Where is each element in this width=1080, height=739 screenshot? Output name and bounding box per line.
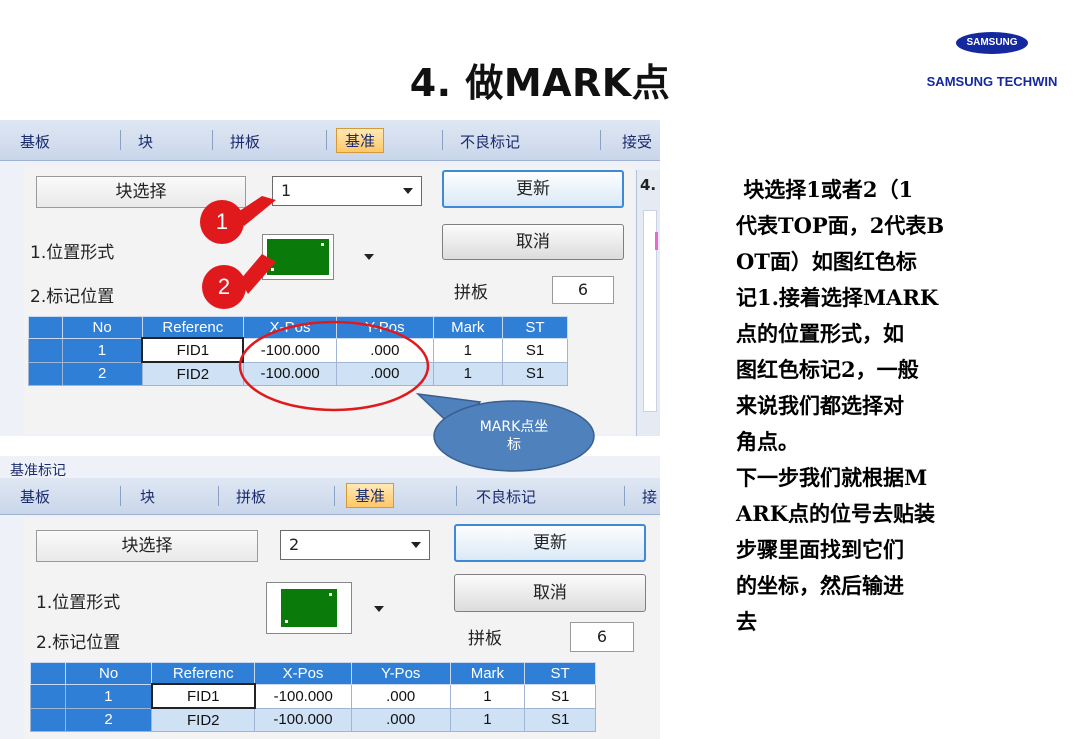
panel-count-label: 拼板 — [454, 283, 488, 303]
position-format-swatch[interactable] — [266, 582, 352, 634]
tab-panel[interactable]: 拼板 — [236, 486, 266, 507]
cell-y[interactable]: .000 — [350, 683, 451, 709]
table-row[interactable]: 1 FID1 -100.000.000 1 S1 — [28, 337, 568, 363]
column-header[interactable]: No — [61, 316, 143, 339]
column-header[interactable]: Y-Pos — [336, 316, 434, 339]
table-row[interactable]: 2 FID2 -100.000.000 1 S1 — [30, 707, 596, 732]
update-button[interactable]: 更新 — [454, 524, 646, 562]
cell-mark[interactable]: 1 — [449, 707, 526, 732]
cell-x[interactable]: -100.000 — [242, 361, 338, 386]
tab-block[interactable]: 块 — [138, 131, 153, 152]
cell-y[interactable]: .000 — [350, 707, 451, 732]
block-select-value: 1 — [281, 181, 292, 200]
row-selector[interactable] — [30, 707, 66, 732]
position-format-label: 1.位置形式 — [36, 593, 121, 613]
column-header[interactable]: Mark — [449, 662, 526, 685]
cell-ref[interactable]: FID1 — [141, 337, 245, 363]
row-selector[interactable] — [30, 683, 66, 709]
block-select-value: 2 — [289, 535, 300, 554]
panel-count-value: 6 — [570, 622, 634, 652]
fiducial-panel-top: 基板 块 拼板 基准 不良标记 接受 块选择 1 更新 1.位置形式 取消 2.… — [0, 120, 660, 436]
cell-no[interactable]: 2 — [61, 361, 143, 386]
panel-count-value: 6 — [552, 276, 614, 304]
side-label: 4. — [640, 176, 657, 194]
block-select-label: 块选择 — [36, 530, 258, 562]
table-row[interactable]: 2 FID2 -100.000.000 1 S1 — [28, 361, 568, 386]
fiducial-panel-bottom: 基准标记 基板 块 拼板 基准 不良标记 接 块选择 2 更新 1.位置形式 取… — [0, 456, 660, 739]
side-strip: 4. — [636, 170, 660, 436]
cancel-button[interactable]: 取消 — [442, 224, 624, 260]
cell-x[interactable]: -100.000 — [254, 683, 352, 709]
callout-text: MARK点坐 标 — [479, 419, 549, 453]
cell-y[interactable]: .000 — [336, 361, 434, 386]
tab-accept[interactable]: 接 — [642, 486, 657, 507]
position-format-swatch[interactable] — [262, 234, 334, 280]
cell-st[interactable]: S1 — [502, 361, 568, 386]
position-format-label: 1.位置形式 — [30, 243, 115, 263]
cell-ref[interactable]: FID1 — [150, 683, 256, 709]
samsung-techwin-text: SAMSUNG TECHWIN — [926, 74, 1058, 89]
chevron-down-icon[interactable] — [364, 254, 374, 260]
tab-bad-mark[interactable]: 不良标记 — [476, 486, 536, 507]
block-select-dropdown[interactable]: 2 — [280, 530, 430, 560]
annotation-badge-2: 2 — [202, 265, 246, 309]
tab-bad-mark[interactable]: 不良标记 — [460, 131, 520, 152]
cell-ref[interactable]: FID2 — [151, 707, 256, 732]
cell-y[interactable]: .000 — [336, 337, 434, 363]
cell-mark[interactable]: 1 — [432, 337, 504, 363]
tab-fiducial[interactable]: 基准 — [346, 483, 395, 508]
column-header[interactable]: X-Pos — [254, 662, 352, 685]
column-header[interactable]: No — [64, 662, 153, 685]
tab-panel[interactable]: 拼板 — [230, 131, 260, 152]
column-header[interactable]: ST — [502, 316, 568, 339]
panel-count-label: 拼板 — [468, 629, 502, 649]
column-header[interactable]: X-Pos — [242, 316, 338, 339]
cell-ref[interactable]: FID2 — [141, 361, 244, 386]
chevron-down-icon[interactable] — [403, 188, 413, 194]
cell-no[interactable]: 1 — [64, 683, 153, 709]
column-header[interactable]: Mark — [432, 316, 504, 339]
tab-block[interactable]: 块 — [140, 486, 155, 507]
cell-x[interactable]: -100.000 — [242, 337, 338, 363]
cell-no[interactable]: 2 — [64, 707, 153, 732]
settings-area: 块选择 1 更新 1.位置形式 取消 2.标记位置 拼板 6 No Referen… — [24, 166, 634, 434]
fiducial-table: No Referenc X-Pos Y-Pos Mark ST 1 FID1 -100.000.… — [28, 316, 568, 386]
tab-bar: 基板 块 拼板 基准 不良标记 接 — [0, 478, 660, 515]
cell-st[interactable]: S1 — [502, 337, 568, 363]
column-header[interactable]: ST — [524, 662, 596, 685]
table-row[interactable]: 1 FID1 -100.000.000 1 S1 — [30, 683, 596, 709]
mark-position-label: 2.标记位置 — [30, 287, 115, 307]
row-selector-header — [30, 662, 66, 685]
instruction-text: 块选择1或者2（1 代表TOP面，2代表B OT面）如图红色标 记1.接着选择M… — [736, 177, 945, 634]
chevron-down-icon[interactable] — [374, 606, 384, 612]
cell-mark[interactable]: 1 — [432, 361, 504, 386]
cell-no[interactable]: 1 — [61, 337, 143, 363]
annotation-badge-1: 1 — [200, 200, 244, 244]
tab-accept[interactable]: 接受 — [622, 131, 652, 152]
cell-x[interactable]: -100.000 — [254, 707, 352, 732]
row-selector[interactable] — [28, 337, 63, 363]
cell-st[interactable]: S1 — [524, 707, 596, 732]
column-header[interactable]: Referenc — [141, 316, 244, 339]
cell-st[interactable]: S1 — [524, 683, 596, 709]
cancel-button[interactable]: 取消 — [454, 574, 646, 612]
column-header[interactable]: Y-Pos — [350, 662, 451, 685]
fiducial-table: No Referenc X-Pos Y-Pos Mark ST 1 FID1 -100.000.… — [30, 662, 596, 732]
block-select-dropdown[interactable]: 1 — [272, 176, 422, 206]
row-selector-header — [28, 316, 63, 339]
tab-fiducial[interactable]: 基准 — [336, 128, 385, 153]
row-selector[interactable] — [28, 361, 63, 386]
tab-bar: 基板 块 拼板 基准 不良标记 接受 — [0, 120, 660, 161]
settings-area: 块选择 2 更新 1.位置形式 取消 2.标记位置 拼板 6 No Referen… — [24, 518, 660, 739]
column-header[interactable]: Referenc — [151, 662, 256, 685]
chevron-down-icon[interactable] — [411, 542, 421, 548]
tab-board[interactable]: 基板 — [20, 131, 50, 152]
samsung-logo: SAMSUNG — [956, 32, 1028, 54]
tab-board[interactable]: 基板 — [20, 486, 50, 507]
cell-mark[interactable]: 1 — [449, 683, 526, 709]
update-button[interactable]: 更新 — [442, 170, 624, 208]
mark-position-label: 2.标记位置 — [36, 633, 121, 653]
window-title: 基准标记 — [10, 463, 66, 479]
